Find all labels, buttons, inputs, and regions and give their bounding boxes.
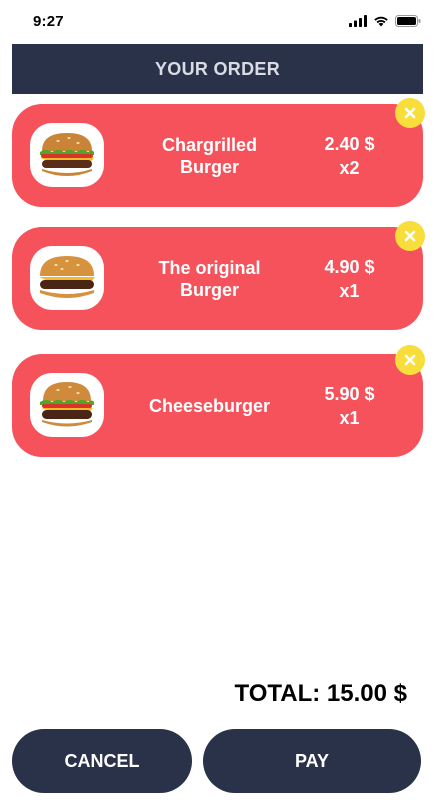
item-price: 5.90 $ [324,383,375,404]
pay-button[interactable]: PAY [203,729,421,793]
order-item: The original Burger 4.90 $ x1 [12,227,423,330]
status-bar: 9:27 [0,0,437,44]
order-total: TOTAL: 15.00 $ [234,680,408,707]
item-price: 4.90 $ [324,256,375,277]
order-item: Chargrilled Burger 2.40 $ x2 [12,104,423,207]
item-name: Cheeseburger [142,354,277,457]
item-name-line1: The original [158,257,261,278]
item-qty: x2 [339,157,360,178]
item-price-qty: 4.90 $ x1 [297,227,402,330]
order-item: Cheeseburger 5.90 $ x1 [12,354,423,457]
cellular-signal-icon [349,15,367,27]
chargrilled-burger-image [30,123,104,187]
item-name: The original Burger [142,227,277,330]
item-name-line1: Chargrilled [161,134,258,155]
close-icon [404,230,416,242]
remove-item-button[interactable] [395,221,425,251]
order-screen: 9:27 YOUR ORDER Chargrilled Burger 2.40 … [0,0,437,812]
item-name: Chargrilled Burger [142,104,277,207]
battery-icon [395,15,421,27]
wifi-icon [373,15,389,27]
cancel-button[interactable]: CANCEL [12,729,192,793]
item-name-line2: Burger [179,156,239,177]
order-header: YOUR ORDER [12,44,423,94]
status-icons [349,15,421,27]
item-price-qty: 2.40 $ x2 [297,104,402,207]
item-qty: x1 [339,407,360,428]
status-time: 9:27 [33,13,64,30]
page-title: YOUR ORDER [154,58,280,79]
item-price-qty: 5.90 $ x1 [297,354,402,457]
close-icon [404,354,416,366]
item-qty: x1 [339,280,360,301]
original-burger-image [30,246,104,310]
item-price: 2.40 $ [324,133,375,154]
remove-item-button[interactable] [395,98,425,128]
cheeseburger-image [30,373,104,437]
item-name-line1: Cheeseburger [148,395,271,416]
item-name-line2: Burger [179,279,239,300]
close-icon [404,107,416,119]
remove-item-button[interactable] [395,345,425,375]
